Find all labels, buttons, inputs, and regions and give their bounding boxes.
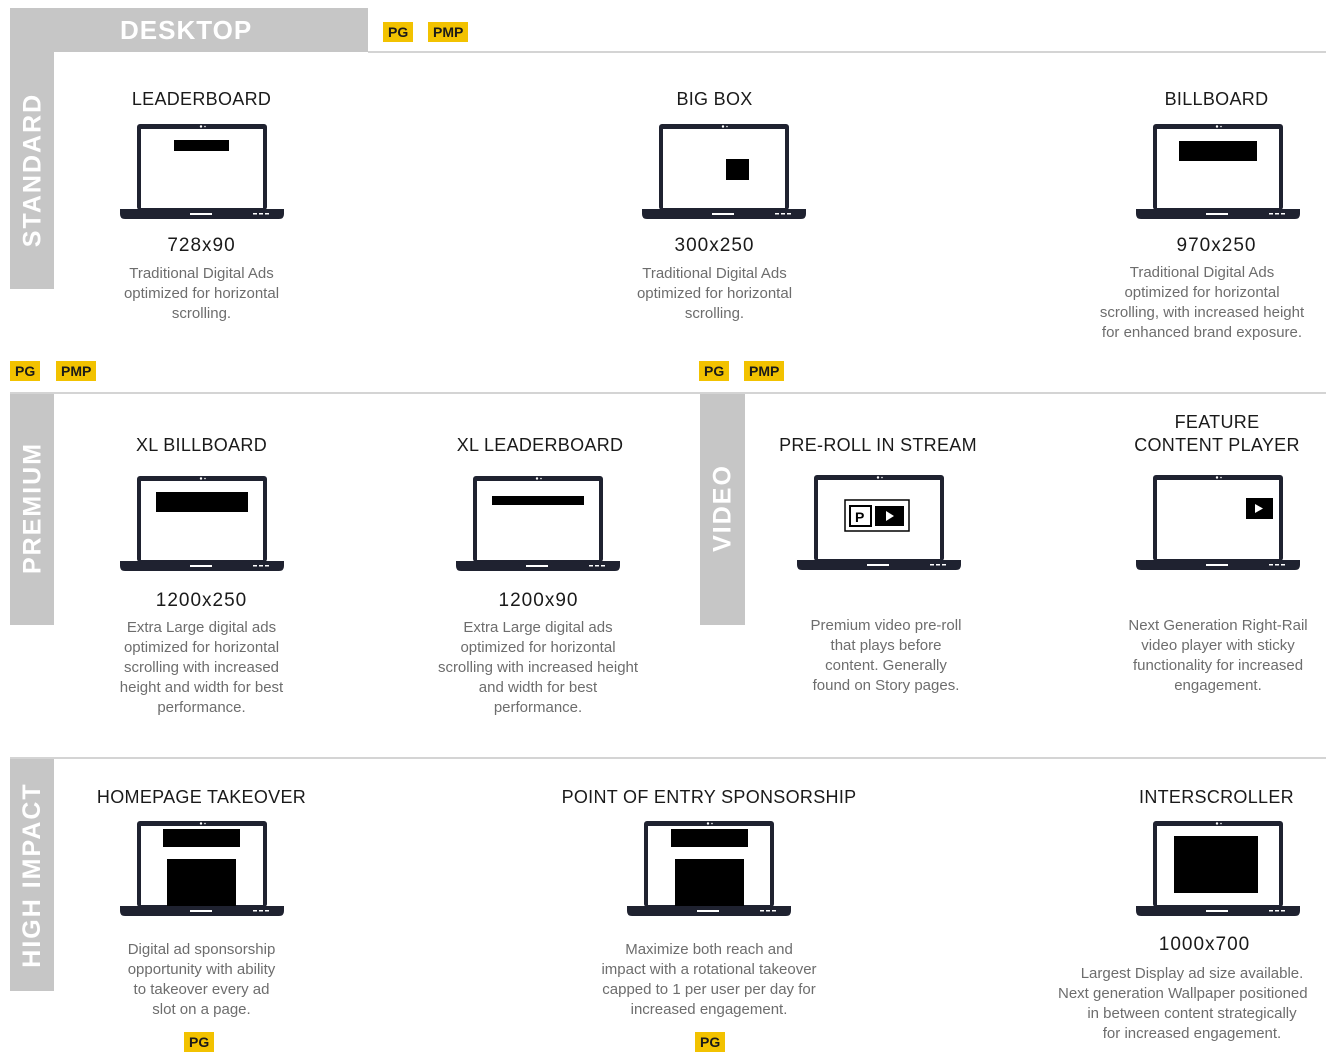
interscroller-size: 1000x700 bbox=[1158, 934, 1251, 955]
interscroller-desc: Largest Display ad size available. Next … bbox=[1058, 965, 1308, 1042]
point-of-entry-desc: Maximize both reach and impact with a ro… bbox=[601, 941, 817, 1018]
feature-content-player-title: FEATURE CONTENT PLAYER bbox=[1134, 412, 1300, 455]
video-label: VIDEO bbox=[708, 464, 737, 552]
point-of-entry-badge: PG bbox=[695, 1032, 726, 1052]
header-title: DESKTOP bbox=[120, 15, 253, 45]
high-impact-label: HIGH IMPACT bbox=[18, 782, 46, 968]
billboard-title: BILLBOARD bbox=[1164, 89, 1269, 109]
interscroller-title: INTERSCROLLER bbox=[1139, 787, 1294, 807]
xl-billboard-size: 1200x250 bbox=[155, 590, 248, 611]
xl-billboard-laptop bbox=[120, 474, 284, 574]
point-of-entry-laptop bbox=[627, 819, 791, 919]
standard-label: STANDARD bbox=[18, 92, 47, 248]
badge-pg: PG bbox=[383, 22, 414, 42]
video-badge-pmp: PMP bbox=[744, 361, 785, 381]
leaderboard-title: LEADERBOARD bbox=[131, 89, 272, 109]
xl-leaderboard-size: 1200x90 bbox=[498, 590, 579, 611]
big-box-title: BIG BOX bbox=[676, 89, 753, 109]
big-box-size: 300x250 bbox=[674, 235, 755, 256]
premium-badge-pmp: PMP bbox=[56, 361, 97, 381]
xl-billboard-title: XL BILLBOARD bbox=[136, 435, 267, 455]
pre-roll-desc: Premium video pre-roll that plays before… bbox=[810, 617, 962, 694]
homepage-takeover-laptop bbox=[120, 819, 284, 919]
pre-roll-laptop: P bbox=[797, 473, 961, 573]
premium-label: PREMIUM bbox=[18, 441, 47, 575]
divider bbox=[10, 392, 1326, 394]
leaderboard-size: 728x90 bbox=[167, 235, 236, 256]
big-box-desc: Traditional Digital Ads optimized for ho… bbox=[636, 265, 793, 322]
homepage-takeover-badge: PG bbox=[184, 1032, 215, 1052]
divider bbox=[368, 51, 1326, 53]
homepage-takeover-desc: Digital ad sponsorship opportunity with … bbox=[127, 941, 276, 1018]
homepage-takeover-title: HOMEPAGE TAKEOVER bbox=[96, 787, 307, 807]
badge-pmp: PMP bbox=[428, 22, 469, 42]
billboard-laptop bbox=[1136, 122, 1300, 222]
billboard-desc: Traditional Digital Ads optimized for ho… bbox=[1099, 264, 1305, 341]
point-of-entry-title: POINT OF ENTRY SPONSORSHIP bbox=[561, 787, 857, 807]
xl-billboard-desc: Extra Large digital ads optimized for ho… bbox=[119, 619, 284, 716]
billboard-size: 970x250 bbox=[1176, 235, 1257, 256]
svg-text:P: P bbox=[855, 509, 864, 525]
pre-roll-title: PRE-ROLL IN STREAM bbox=[779, 435, 977, 455]
leaderboard-laptop bbox=[120, 122, 284, 222]
divider bbox=[10, 757, 1326, 759]
xl-leaderboard-laptop bbox=[456, 474, 620, 574]
interscroller-laptop bbox=[1136, 819, 1300, 919]
leaderboard-desc: Traditional Digital Ads optimized for ho… bbox=[123, 265, 280, 322]
xl-leaderboard-desc: Extra Large digital ads optimized for ho… bbox=[437, 619, 639, 716]
video-badge-pg: PG bbox=[699, 361, 730, 381]
feature-player-desc: Next Generation Right-Rail video player … bbox=[1128, 617, 1308, 694]
big-box-laptop bbox=[642, 122, 806, 222]
xl-leaderboard-title: XL LEADERBOARD bbox=[456, 435, 624, 455]
feature-player-laptop bbox=[1136, 473, 1300, 573]
premium-badge-pg: PG bbox=[10, 361, 41, 381]
